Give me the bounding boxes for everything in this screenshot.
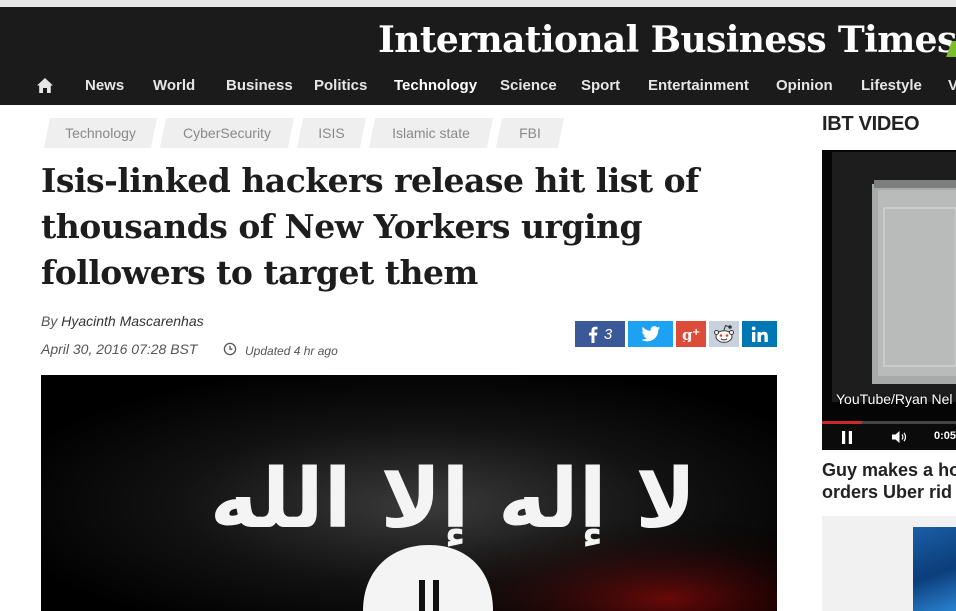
nav-item-politics[interactable]: Politics bbox=[314, 77, 367, 94]
pause-icon[interactable] bbox=[842, 431, 852, 444]
tag-islamic-state[interactable]: Islamic state bbox=[369, 118, 493, 148]
reddit-share-button[interactable] bbox=[709, 321, 739, 347]
video-caption: YouTube/Ryan Nel bbox=[836, 391, 953, 407]
facebook-share-button[interactable]: 3 bbox=[575, 321, 625, 347]
sidebar-headline-line-1: Guy makes a ho bbox=[822, 460, 956, 480]
nav-item-science[interactable]: Science bbox=[500, 77, 557, 94]
nav-item-technology[interactable]: Technology bbox=[394, 77, 477, 94]
flag-calligraphy: لا إله إلا الله bbox=[210, 452, 697, 548]
nav-item-business[interactable]: Business bbox=[226, 77, 293, 94]
nav-item-truncated[interactable]: V bbox=[948, 77, 956, 94]
facebook-icon bbox=[588, 326, 598, 343]
nav-item-entertainment[interactable]: Entertainment bbox=[648, 77, 749, 94]
article-hero-image: لا إله إلا الله bbox=[41, 375, 777, 611]
ibt-video-heading: IBT VIDEO bbox=[822, 113, 920, 135]
article-headline: Isis-linked hackers release hit list of … bbox=[41, 161, 699, 292]
main-navigation: News World Business Politics Technology … bbox=[0, 73, 956, 105]
google-plus-share-button[interactable]: g + bbox=[676, 321, 706, 347]
tag-technology[interactable]: Technology bbox=[44, 118, 157, 148]
volume-icon[interactable] bbox=[892, 430, 908, 444]
video-time: 0:05 bbox=[934, 430, 956, 442]
byline: By Hyacinth Mascarenhas bbox=[41, 313, 204, 329]
sidebar-card[interactable] bbox=[822, 516, 956, 611]
nav-item-news[interactable]: News bbox=[85, 77, 124, 94]
nav-item-lifestyle[interactable]: Lifestyle bbox=[861, 77, 922, 94]
video-player[interactable]: YouTube/Ryan Nel 0:05 bbox=[822, 150, 956, 450]
tag-fbi[interactable]: FBI bbox=[496, 118, 564, 148]
updated-time: Updated 4 hr ago bbox=[245, 344, 338, 358]
svg-text:+: + bbox=[692, 327, 700, 338]
sidebar-headline-line-2: orders Uber rid bbox=[822, 482, 953, 502]
isis-flag-image: لا إله إلا الله bbox=[41, 375, 777, 611]
publish-date: April 30, 2016 07:28 BST bbox=[41, 341, 198, 357]
author-link[interactable]: Hyacinth Mascarenhas bbox=[61, 313, 203, 329]
linkedin-share-button[interactable] bbox=[742, 321, 777, 347]
clock-icon bbox=[223, 342, 237, 356]
tag-cybersecurity[interactable]: CyberSecurity bbox=[160, 118, 294, 148]
reddit-icon bbox=[714, 324, 734, 343]
google-plus-icon: g + bbox=[682, 326, 700, 342]
site-logo[interactable]: International Business Times bbox=[378, 19, 956, 61]
twitter-share-button[interactable] bbox=[628, 321, 673, 347]
nav-item-sport[interactable]: Sport bbox=[581, 77, 620, 94]
byline-prefix: By bbox=[41, 313, 58, 329]
sidebar-video-headline[interactable]: Guy makes a ho orders Uber rid bbox=[822, 459, 956, 503]
linkedin-icon bbox=[751, 326, 768, 342]
masthead: International Business Times News World … bbox=[0, 7, 956, 105]
facebook-share-count: 3 bbox=[603, 325, 613, 343]
nav-item-opinion[interactable]: Opinion bbox=[776, 77, 833, 94]
sidebar-card-image bbox=[913, 527, 956, 611]
twitter-icon bbox=[640, 325, 660, 341]
video-frame bbox=[822, 150, 956, 421]
home-icon[interactable] bbox=[36, 77, 54, 95]
browser-top-strip bbox=[0, 0, 956, 7]
nav-item-world[interactable]: World bbox=[153, 77, 195, 94]
tag-isis[interactable]: ISIS bbox=[297, 118, 366, 148]
video-controls: 0:05 bbox=[822, 424, 956, 450]
